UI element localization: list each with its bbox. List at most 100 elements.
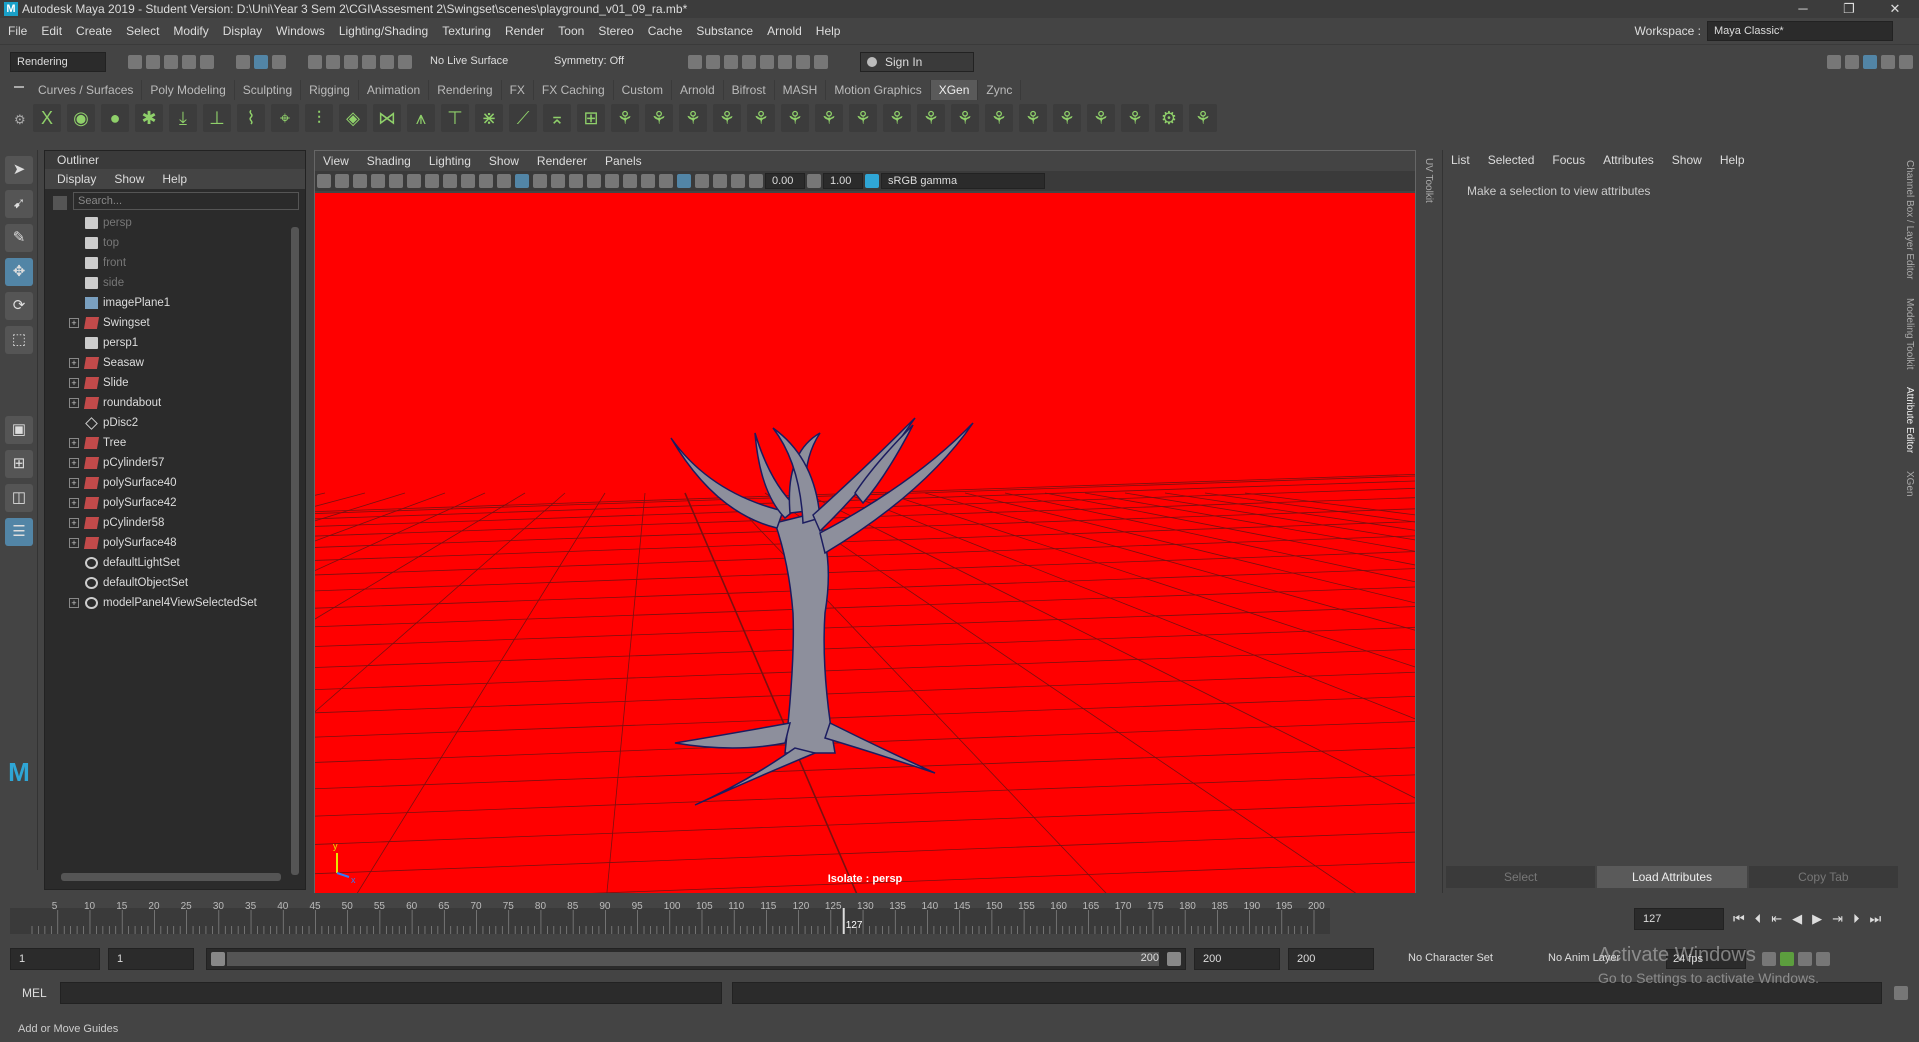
outliner-item[interactable]: imagePlane1 (45, 293, 305, 313)
smooth-shade-icon[interactable] (515, 174, 529, 188)
xgen-shelf-tool-icon[interactable]: ⚘ (611, 104, 639, 132)
workspace-dropdown[interactable]: Maya Classic* (1707, 21, 1893, 41)
arnold-ipr-icon[interactable] (796, 54, 810, 69)
menu-file[interactable]: File (8, 24, 27, 38)
symmetry-dropdown[interactable]: Symmetry: Off (548, 51, 648, 72)
shelf-tab-rigging[interactable]: Rigging (301, 80, 359, 100)
redo-icon[interactable] (200, 54, 214, 69)
outliner-item[interactable]: + modelPanel4ViewSelectedSet (45, 593, 305, 613)
playback-start-field[interactable]: 1 (108, 948, 194, 970)
menu-toon[interactable]: Toon (558, 24, 584, 38)
outliner-menu-help[interactable]: Help (162, 169, 187, 189)
snap-point-icon[interactable] (344, 54, 358, 69)
xgen-shelf-tool-icon[interactable]: ⚘ (1121, 104, 1149, 132)
anim-prefs-icon[interactable] (1798, 952, 1812, 966)
playback-end-field[interactable]: 200 (1194, 948, 1280, 970)
xgen-shelf-tool-icon[interactable]: ⚘ (917, 104, 945, 132)
step-back-frame-icon[interactable]: ⏴ (1755, 911, 1762, 927)
xgen-shelf-tool-icon[interactable]: ⚙ (1155, 104, 1183, 132)
load-attributes-button[interactable]: Load Attributes (1597, 866, 1747, 888)
color-management-icon[interactable] (865, 174, 879, 188)
go-to-end-icon[interactable]: ⏭ (1870, 911, 1882, 927)
xray-icon[interactable] (695, 174, 709, 188)
move-tool-icon[interactable]: ✥ (5, 258, 33, 286)
play-forwards-icon[interactable]: ▶ (1812, 911, 1822, 927)
outliner-layout-icon[interactable]: ☰ (5, 518, 33, 546)
show-hide-modeling-toolkit-icon[interactable] (1827, 54, 1841, 69)
time-slider[interactable]: 5 10 15 20 25 30 35 40 45 50 55 60 65 70 75 80 85 90 95 100… (10, 898, 1626, 934)
step-forward-key-icon[interactable]: ⇥ (1832, 911, 1843, 927)
live-surface-field[interactable]: No Live Surface (424, 51, 528, 72)
xray-joints-icon[interactable] (713, 174, 727, 188)
outliner-scrollbar[interactable] (291, 227, 299, 875)
attr-menu-selected[interactable]: Selected (1488, 150, 1535, 170)
range-end-handle[interactable] (1167, 952, 1181, 966)
outliner-item[interactable]: side (45, 273, 305, 293)
step-forward-frame-icon[interactable]: ⏵ (1853, 911, 1860, 927)
make-live-icon[interactable] (398, 54, 412, 69)
xgen-shelf-tool-icon[interactable]: ⚘ (781, 104, 809, 132)
shelf-tab-animation[interactable]: Animation (359, 80, 430, 100)
ambient-occlusion-icon[interactable] (605, 174, 619, 188)
view-transform-dropdown[interactable]: sRGB gamma (881, 173, 1045, 189)
shelf-menu-icon[interactable] (14, 86, 24, 88)
outliner-item[interactable]: + Swingset (45, 313, 305, 333)
menu-create[interactable]: Create (76, 24, 112, 38)
sound-icon[interactable] (1816, 952, 1830, 966)
outliner-filter-icon[interactable] (53, 196, 67, 210)
expand-icon[interactable]: + (69, 398, 79, 408)
current-frame-field[interactable]: 127 (1634, 908, 1724, 930)
shelf-tab-rendering[interactable]: Rendering (429, 80, 502, 100)
wireframe-on-shaded-icon[interactable] (533, 174, 547, 188)
shelf-tab-fx[interactable]: FX (502, 80, 534, 100)
shelf-tab-zync[interactable]: Zync (978, 80, 1022, 100)
expand-icon[interactable]: + (69, 378, 79, 388)
show-hide-tool-settings-icon[interactable] (1863, 54, 1877, 69)
sign-in-button[interactable]: Sign In (860, 51, 974, 72)
xgen-shelf-tool-icon[interactable]: ⚘ (1189, 104, 1217, 132)
go-to-start-icon[interactable]: ⏮ (1733, 911, 1745, 927)
xgen-shelf-tool-icon[interactable]: ⋇ (475, 104, 503, 132)
xray-components-icon[interactable] (731, 174, 745, 188)
xgen-shelf-tool-icon[interactable]: ⚘ (951, 104, 979, 132)
expand-icon[interactable]: + (69, 498, 79, 508)
shelf-tab-curves-surfaces[interactable]: Curves / Surfaces (30, 80, 143, 100)
save-scene-icon[interactable] (164, 54, 178, 69)
snap-curve-icon[interactable] (326, 54, 340, 69)
menu-modify[interactable]: Modify (173, 24, 208, 38)
expand-icon[interactable]: + (69, 518, 79, 528)
xgen-shelf-tool-icon[interactable]: X (33, 104, 61, 132)
gamma-field[interactable]: 1.00 (823, 173, 863, 189)
xgen-shelf-tool-icon[interactable]: ● (101, 104, 129, 132)
use-all-lights-icon[interactable] (569, 174, 583, 188)
menu-set-dropdown[interactable]: Rendering (10, 51, 106, 72)
xgen-shelf-tool-icon[interactable]: ⊞ (577, 104, 605, 132)
persp-outliner-icon[interactable]: ◫ (5, 484, 33, 512)
anti-aliasing-icon[interactable] (641, 174, 655, 188)
current-frame-indicator[interactable] (842, 908, 845, 934)
animation-start-field[interactable]: 1 (10, 948, 100, 970)
command-language-label[interactable]: MEL (22, 986, 58, 1000)
attr-menu-list[interactable]: List (1451, 150, 1470, 170)
outliner-h-scrollbar[interactable] (61, 873, 281, 881)
3d-viewport[interactable]: y x Isolate : persp (315, 193, 1415, 893)
tab-xgen[interactable]: XGen (1904, 471, 1915, 497)
xgen-shelf-tool-icon[interactable]: ⚘ (1087, 104, 1115, 132)
film-gate-icon[interactable] (407, 174, 421, 188)
animation-end-field[interactable]: 200 (1288, 948, 1374, 970)
xgen-shelf-tool-icon[interactable]: ◉ (67, 104, 95, 132)
xgen-shelf-tool-icon[interactable]: ⚘ (849, 104, 877, 132)
single-perspective-view-icon[interactable]: ▣ (5, 416, 33, 444)
show-hide-channel-box-icon[interactable] (1881, 54, 1895, 69)
expand-icon[interactable]: + (69, 358, 79, 368)
outliner-item[interactable]: persp1 (45, 333, 305, 353)
viewport-menu-show[interactable]: Show (489, 151, 519, 171)
maximize-button[interactable]: ❐ (1826, 0, 1872, 18)
outliner-item[interactable]: front (45, 253, 305, 273)
outliner-item[interactable]: + polySurface40 (45, 473, 305, 493)
command-input[interactable] (60, 982, 722, 1004)
outliner-item[interactable]: + Tree (45, 433, 305, 453)
outliner-item[interactable]: + Slide (45, 373, 305, 393)
exposure-field[interactable]: 0.00 (765, 173, 805, 189)
menu-display[interactable]: Display (223, 24, 262, 38)
